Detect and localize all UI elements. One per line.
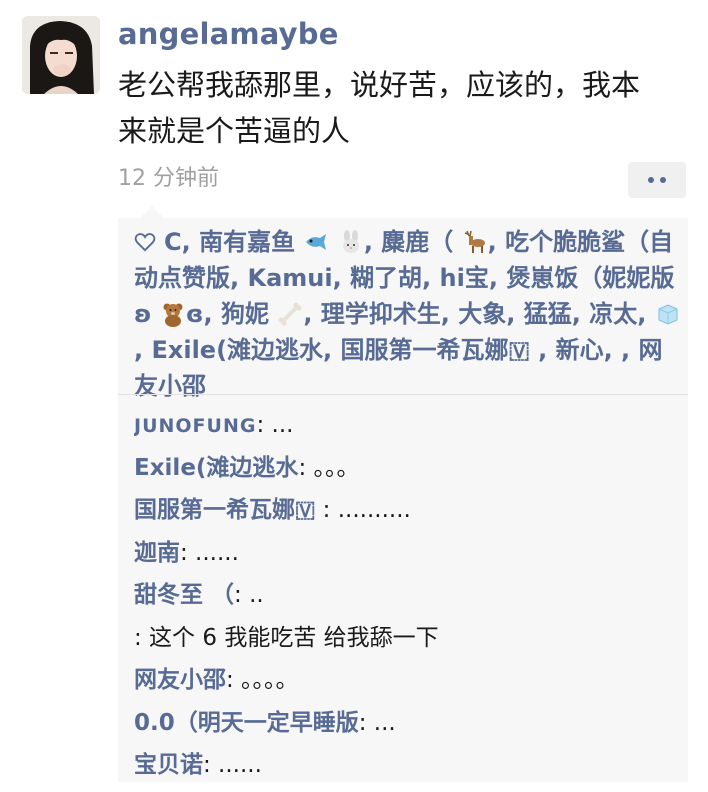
comment-list: JUNOFUNG: ... Exile(滩边逃水: 。。。 国服第一希瓦娜🇻 : .… [134,404,682,787]
more-button[interactable] [628,162,686,198]
comment-text: : 。。。。 [226,667,299,693]
ice-cube-emoji-icon [658,304,678,325]
teddy-bear-emoji-icon [163,303,183,327]
post-time: 12 分钟前 [118,166,219,191]
comment-author[interactable]: 网友小邵 [134,667,226,693]
post-text: 老公帮我舔那里，说好苦，应该的，我本 来就是个苦逼的人 [118,68,641,148]
comment-author[interactable]: 国服第一希瓦娜🇻 [134,497,315,523]
comment-text: : ...... [180,539,239,566]
comment-author[interactable]: 迦南 [134,540,180,566]
comment-row[interactable]: 宝贝诺: ...... [134,744,682,787]
comment-row[interactable]: : 这个 6 我能吃苦 给我舔一下 [134,617,682,660]
likes-names-6[interactable]: , Exile(滩边逃水, 国服第一希瓦娜🇻 , 新心, , 网友小邵 [134,336,663,400]
comment-text: : 这个 6 我能吃苦 给我舔一下 [134,624,439,651]
avatar[interactable] [22,16,100,94]
comment-text: : ... [256,412,294,438]
more-dots-icon [648,177,654,183]
comment-text: : .......... [315,497,411,523]
comment-row[interactable]: 网友小邵: 。。。。 [134,659,682,702]
likes-names-5[interactable]: , 理学抑术生, 大象, 猛猛, 凉太, [303,300,654,328]
username-link[interactable]: angelamaybe [118,14,339,54]
heart-icon [134,233,156,252]
likes-names-1[interactable]: C, 南有嘉鱼 [164,228,295,256]
comment-author[interactable]: 甜冬至 （ [134,582,234,608]
deer-emoji-icon [464,230,485,253]
comment-text: : 。。。 [298,454,360,481]
comment-text: : ... [358,709,396,736]
comment-author[interactable]: 宝贝诺 [134,752,203,778]
comment-row[interactable]: 国服第一希瓦娜🇻 : .......... [134,489,682,532]
interaction-panel: C, 南有嘉鱼 , 麋鹿（ , 吃个脆脆鲨（自动点赞版, Kamui, 糊了胡,… [118,206,688,782]
bone-emoji-icon [278,302,302,326]
comment-text: : .. [234,582,264,608]
divider [118,394,688,395]
comment-row[interactable]: JUNOFUNG: ... [134,404,682,447]
likes-names-2[interactable]: , 麋鹿（ [364,228,453,256]
comment-row[interactable]: Exile(滩边逃水: 。。。 [134,447,682,490]
rabbit-emoji-icon [342,230,359,253]
comment-text: : ...... [203,752,262,778]
comment-author[interactable]: Exile(滩边逃水 [134,455,298,481]
fish-emoji-icon [306,234,327,250]
comment-row[interactable]: 0.0（明天一定早睡版: ... [134,702,682,745]
likes-names-4[interactable]: ɞ, 狗妮 [186,300,269,328]
comment-author[interactable]: 0.0（明天一定早睡版 [134,710,359,736]
likes-list: C, 南有嘉鱼 , 麋鹿（ , 吃个脆脆鲨（自动点赞版, Kamui, 糊了胡,… [134,224,682,404]
more-dots-icon [660,177,666,183]
comment-author[interactable]: JUNOFUNG [134,415,256,437]
comment-row[interactable]: 迦南: ...... [134,532,682,575]
avatar-photo [22,16,100,94]
comment-row[interactable]: 甜冬至 （: .. [134,574,682,617]
